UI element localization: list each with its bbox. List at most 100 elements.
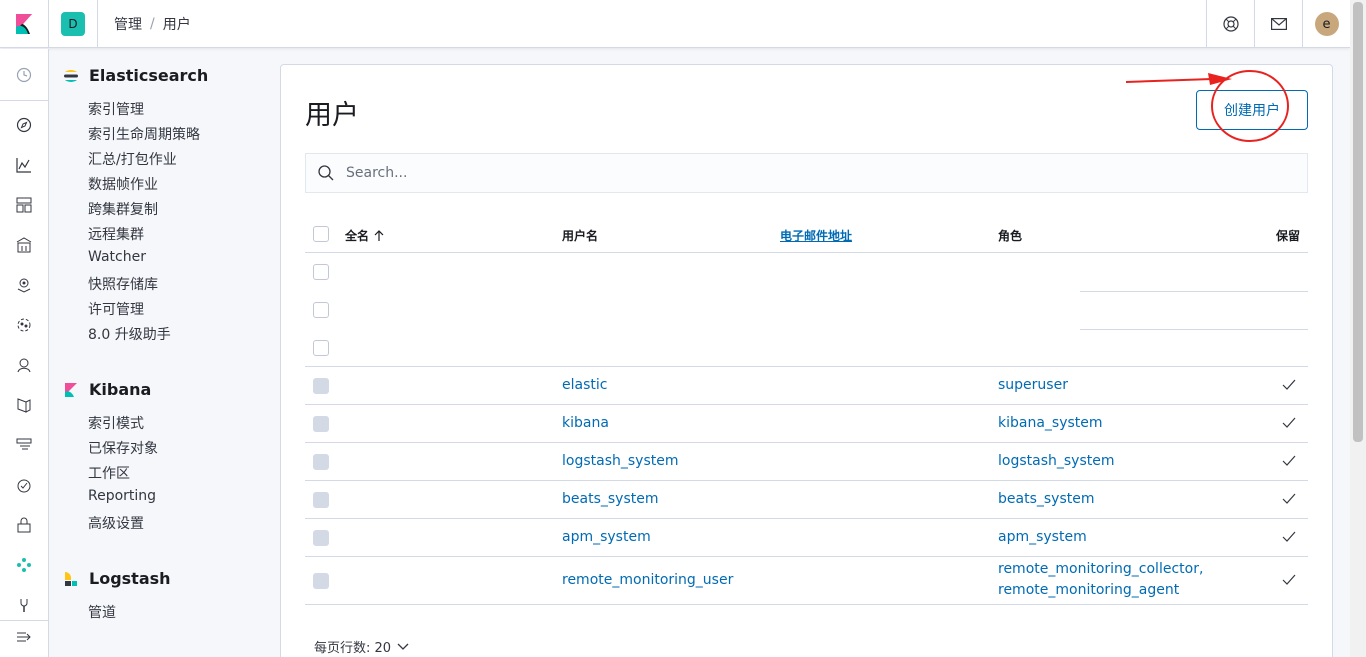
kibana-logo-icon (65, 382, 77, 397)
elasticsearch-logo-icon (64, 69, 78, 82)
sidebar-item-snapshot[interactable]: 快照存储库 (88, 274, 158, 294)
page-title: 用户 (305, 100, 359, 131)
column-full-name[interactable]: 全名 (345, 227, 385, 244)
apm-icon[interactable] (0, 345, 48, 385)
username-link[interactable]: kibana (562, 415, 609, 431)
row-checkbox[interactable] (313, 302, 329, 318)
infrastructure-icon[interactable] (0, 385, 48, 425)
sidebar-group-title: Logstash (89, 569, 171, 588)
collapse-nav-icon[interactable] (0, 617, 48, 657)
check-icon (1282, 455, 1296, 466)
create-user-button[interactable]: 创建用户 (1196, 90, 1308, 130)
column-label: 全名 (345, 229, 370, 243)
check-icon (1282, 493, 1296, 504)
canvas-icon[interactable] (0, 225, 48, 265)
role-link[interactable]: logstash_system (998, 453, 1114, 469)
column-email[interactable]: 电子邮件地址 (780, 227, 852, 244)
users-table: 全名 用户名 电子邮件地址 角色 保留 elastic superuser ki… (305, 215, 1308, 605)
role-link[interactable]: remote_monitoring_agent (998, 582, 1179, 598)
recently-viewed-icon[interactable] (0, 55, 48, 95)
sidebar-item-spaces[interactable]: 工作区 (88, 463, 130, 483)
mail-icon (1270, 18, 1287, 30)
help-button[interactable] (1206, 0, 1254, 48)
role-link[interactable]: kibana_system (998, 415, 1103, 431)
sidebar-group-title: Kibana (89, 380, 152, 399)
sidebar-item-upgrade-assistant[interactable]: 8.0 升级助手 (88, 324, 171, 344)
dashboard-icon[interactable] (0, 185, 48, 225)
sidebar-item-index-management[interactable]: 索引管理 (88, 99, 144, 119)
sidebar-item-remote-clusters[interactable]: 远程集群 (88, 224, 144, 244)
visualize-icon[interactable] (0, 145, 48, 185)
select-all-checkbox[interactable] (313, 226, 329, 242)
row-checkbox[interactable] (313, 340, 329, 356)
check-icon (1282, 417, 1296, 428)
sidebar-item-reporting[interactable]: Reporting (88, 488, 156, 504)
table-row: beats_system beats_system (305, 481, 1308, 519)
sidebar-item-watcher[interactable]: Watcher (88, 249, 146, 265)
column-reserved[interactable]: 保留 (1276, 227, 1300, 244)
left-nav-rail (0, 49, 49, 657)
search-input[interactable] (346, 165, 1246, 181)
role-link[interactable]: beats_system (998, 491, 1094, 507)
row-checkbox-disabled (313, 573, 329, 589)
breadcrumb-separator: / (150, 15, 155, 32)
row-checkbox-disabled (313, 378, 329, 394)
table-row: logstash_system logstash_system (305, 443, 1308, 481)
table-row-empty (305, 329, 1308, 367)
table-row-empty (305, 253, 1308, 292)
graph-icon[interactable] (0, 545, 48, 585)
table-header: 全名 用户名 电子邮件地址 角色 保留 (305, 215, 1308, 253)
security-lock-icon[interactable] (0, 505, 48, 545)
breadcrumb-management[interactable]: 管理 (114, 14, 142, 34)
breadcrumb-users: 用户 (162, 16, 191, 33)
sidebar-group-elasticsearch: Elasticsearch (63, 66, 208, 85)
space-avatar[interactable]: D (61, 11, 85, 36)
header-divider (97, 0, 98, 48)
row-checkbox-disabled (313, 530, 329, 546)
username-link[interactable]: elastic (562, 377, 607, 393)
role-link[interactable]: apm_system (998, 529, 1087, 545)
sidebar-item-ilm[interactable]: 索引生命周期策略 (88, 124, 200, 144)
machine-learning-icon[interactable] (0, 305, 48, 345)
username-link[interactable]: apm_system (562, 529, 651, 545)
newsfeed-button[interactable] (1254, 0, 1302, 48)
discover-compass-icon[interactable] (0, 105, 48, 145)
column-roles[interactable]: 角色 (998, 227, 1022, 244)
page-scrollbar[interactable] (1350, 0, 1366, 657)
sidebar-item-saved-objects[interactable]: 已保存对象 (88, 438, 158, 458)
column-username[interactable]: 用户名 (562, 227, 598, 244)
scrollbar-thumb[interactable] (1353, 2, 1363, 442)
help-lifebuoy-icon (1222, 16, 1239, 32)
rows-per-page-label: 每页行数: 20 (314, 641, 392, 656)
username-link[interactable]: beats_system (562, 491, 658, 507)
sidebar-item-index-patterns[interactable]: 索引模式 (88, 413, 144, 433)
row-checkbox[interactable] (313, 264, 329, 280)
role-link[interactable]: superuser (998, 377, 1068, 393)
table-row: elastic superuser (305, 367, 1308, 405)
sort-ascending-icon (374, 229, 384, 241)
username-link[interactable]: remote_monitoring_user (562, 572, 733, 588)
sidebar-item-transforms[interactable]: 数据帧作业 (88, 174, 158, 194)
kibana-logo-icon (16, 13, 32, 34)
maps-icon[interactable] (0, 265, 48, 305)
sidebar-item-license[interactable]: 许可管理 (88, 299, 144, 319)
sidebar-item-pipelines[interactable]: 管道 (88, 602, 116, 622)
sidebar-item-advanced-settings[interactable]: 高级设置 (88, 513, 144, 533)
username-link[interactable]: logstash_system (562, 453, 678, 469)
sidebar-item-ccr[interactable]: 跨集群复制 (88, 199, 158, 219)
user-menu-button[interactable]: e (1302, 0, 1350, 48)
table-row-empty (305, 291, 1308, 330)
sidebar-item-rollup[interactable]: 汇总/打包作业 (88, 149, 177, 169)
uptime-icon[interactable] (0, 465, 48, 505)
breadcrumb: 管理 / 用户 (114, 14, 191, 34)
logstash-logo-icon (65, 571, 77, 586)
rows-per-page-button[interactable]: 每页行数: 20 (314, 637, 409, 656)
kibana-logo[interactable] (0, 0, 49, 48)
search-bar[interactable] (305, 153, 1308, 193)
users-panel: 用户 创建用户 全名 用户名 电子邮件地址 角色 保留 (280, 64, 1333, 657)
logs-icon[interactable] (0, 425, 48, 465)
sidebar-group-kibana: Kibana (63, 380, 151, 399)
table-row: kibana kibana_system (305, 405, 1308, 443)
chevron-down-icon (397, 643, 409, 650)
role-link[interactable]: remote_monitoring_collector, (998, 561, 1203, 577)
